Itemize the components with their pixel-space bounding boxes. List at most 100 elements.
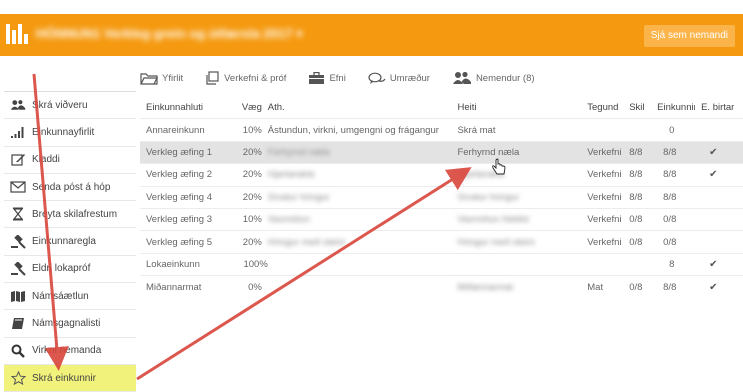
grade-part-cell: Verkleg æfing 4: [146, 191, 213, 203]
gavel-icon: [10, 261, 26, 276]
book-icon: [10, 317, 26, 331]
weight-cell: 20%: [242, 236, 262, 248]
weight-cell: 10%: [242, 124, 262, 136]
tab-students[interactable]: Nemendur (8): [452, 71, 535, 85]
column-header[interactable]: Ath.: [262, 102, 452, 113]
bar-chart-icon: [10, 125, 26, 139]
name-cell[interactable]: Miðannarmat: [451, 282, 581, 293]
note-cell: Sívalur hringur: [267, 191, 330, 203]
table-row[interactable]: Miðannarmat 0% Miðannarmat Mat 0/8 8/8 ✔: [140, 276, 743, 298]
table-row[interactable]: Lokaeinkunn 100% 8 ✔: [140, 254, 743, 277]
grade-part-cell: Verkleg æfing 5: [146, 236, 213, 248]
grade-part-cell: Lokaeinkunn: [146, 258, 200, 270]
name-cell[interactable]: Ferhyrnd næla: [451, 147, 581, 158]
grade-part-cell: Annareinkunn: [146, 124, 205, 136]
sidebar-item-curriculum[interactable]: Námsáætlun: [4, 283, 136, 311]
sidebar-item-register[interactable]: Kladdi: [4, 147, 136, 174]
sidebar-item-label: Námsgagnalisti: [32, 318, 101, 330]
note-cell: Hjartanæla: [267, 169, 315, 181]
tab-label: Verkefni & próf: [224, 72, 287, 84]
sidebar-item-label: Einkunnaregla: [32, 236, 96, 248]
type-cell: Verkefni: [587, 169, 622, 181]
sidebar-item-grade-overview[interactable]: Einkunnayfirlit: [4, 119, 136, 147]
sidebar-item-student-activity[interactable]: Virkni nemanda: [4, 338, 136, 365]
sidebar-item-label: Einkunnayfirlit: [32, 126, 95, 138]
column-header[interactable]: Vægi: [242, 102, 262, 113]
logo-icon[interactable]: [6, 24, 28, 44]
sidebar-item-attendance[interactable]: Skrá viðveru: [4, 92, 136, 120]
grades-table: Einkunnahluti Vægi Ath. Heiti Tegund Ski…: [140, 97, 743, 299]
grade-part-cell: Verkleg æfing 3: [146, 214, 213, 226]
column-header[interactable]: Einkunnahluti: [140, 102, 242, 113]
tab-label: Umræður: [389, 72, 430, 84]
submitted-cell: 0/8: [629, 214, 643, 226]
weight-cell: 0%: [248, 281, 262, 293]
type-cell: Mat: [587, 281, 604, 293]
type-cell: Verkefni: [587, 146, 622, 158]
briefcase-icon: [309, 71, 325, 84]
type-cell: Verkefni: [587, 236, 622, 248]
table-row[interactable]: Verkleg æfing 2 20% Hjartanæla Hjartanæl…: [140, 164, 743, 187]
sidebar-item-enter-grades[interactable]: Skrá einkunnir: [4, 364, 136, 392]
sidebar-item-label: Skrá viðveru: [32, 99, 88, 111]
name-cell[interactable]: Hringur með steini: [451, 237, 581, 248]
copy-icon: [206, 71, 219, 85]
weight-cell: 100%: [243, 258, 268, 270]
name-cell[interactable]: Hjartanæla: [451, 169, 581, 180]
submitted-cell: 0/8: [629, 236, 643, 248]
published-check-icon: ✔: [709, 258, 718, 270]
weight-cell: 20%: [242, 169, 262, 181]
sidebar-item-label: Breyta skilafrestum: [32, 208, 118, 220]
sidebar-item-send-mail[interactable]: Senda póst á hóp: [4, 174, 136, 202]
tab-materials[interactable]: Efni: [308, 71, 346, 85]
column-header[interactable]: Heiti: [451, 102, 581, 113]
type-cell: Verkefni: [587, 214, 622, 226]
table-row[interactable]: Verkleg æfing 1 20% Ferhyrnd næla Ferhyr…: [140, 141, 743, 165]
tab-overview[interactable]: Yfirlit: [140, 72, 183, 85]
sidebar-item-grade-rule[interactable]: Einkunnaregla: [4, 228, 136, 256]
sidebar-item-label: Eldri lokapróf: [32, 263, 91, 275]
grades-cell: 8/8: [663, 191, 677, 203]
name-cell[interactable]: Skrá mat: [451, 125, 581, 136]
see-as-student-button[interactable]: Sjá sem nemandi: [643, 25, 735, 47]
type-cell: Verkefni: [587, 191, 622, 203]
name-cell[interactable]: Sívalur hringur: [451, 192, 581, 203]
name-cell[interactable]: Vaxmótun hlekkir: [451, 214, 581, 225]
submitted-cell: 8/8: [629, 169, 643, 181]
sidebar-item-old-exams[interactable]: Eldri lokapróf: [4, 256, 136, 284]
tab-label: Nemendur (8): [475, 72, 535, 84]
tab-discussions[interactable]: Umræður: [368, 72, 430, 85]
submitted-cell: 8/8: [629, 146, 643, 158]
submitted-cell: 0/8: [629, 281, 643, 293]
column-header[interactable]: Einkunnir: [651, 102, 695, 113]
edit-icon: [10, 153, 26, 167]
sidebar-item-label: Virkni nemanda: [32, 345, 102, 357]
grades-cell: 8/8: [663, 169, 677, 181]
table-row[interactable]: Annareinkunn 10% Ástundun, virkni, umgen…: [140, 119, 743, 142]
sidebar-item-label: Kladdi: [32, 154, 60, 166]
course-tabs: Yfirlit Verkefni & próf Efni Umræður Nem…: [140, 64, 557, 92]
tab-assignments[interactable]: Verkefni & próf: [205, 71, 286, 85]
sidebar-item-deadlines[interactable]: Breyta skilafrestum: [4, 201, 136, 229]
note-cell: Ferhyrnd næla: [267, 146, 330, 158]
submitted-cell: 8/8: [629, 191, 643, 203]
column-header[interactable]: Tegund: [581, 102, 623, 113]
grades-cell: 8/8: [663, 281, 677, 293]
weight-cell: 20%: [242, 191, 262, 203]
published-check-icon: ✔: [709, 146, 718, 158]
hourglass-icon: [10, 207, 26, 221]
published-check-icon: ✔: [709, 169, 718, 181]
sidebar-item-label: Senda póst á hóp: [32, 181, 111, 193]
grades-cell: 8: [669, 258, 675, 270]
course-title-dropdown[interactable]: HÓNNUN1 Verkleg grein og útfærsla 2017 ▾: [36, 26, 303, 42]
users-icon: [10, 98, 26, 112]
gavel-icon: [10, 234, 26, 249]
users-icon: [452, 71, 471, 84]
table-row[interactable]: Verkleg æfing 3 10% Vaxmótun Vaxmótun hl…: [140, 209, 743, 232]
table-row[interactable]: Verkleg æfing 4 20% Sívalur hringur Síva…: [140, 187, 743, 209]
table-row[interactable]: Verkleg æfing 5 20% Hringur með steini H…: [140, 231, 743, 254]
sidebar-item-materials-list[interactable]: Námsgagnalisti: [4, 310, 136, 338]
column-header[interactable]: E. birtar: [695, 102, 743, 113]
note-cell: Vaxmótun: [267, 214, 310, 226]
column-header[interactable]: Skil: [623, 102, 651, 113]
